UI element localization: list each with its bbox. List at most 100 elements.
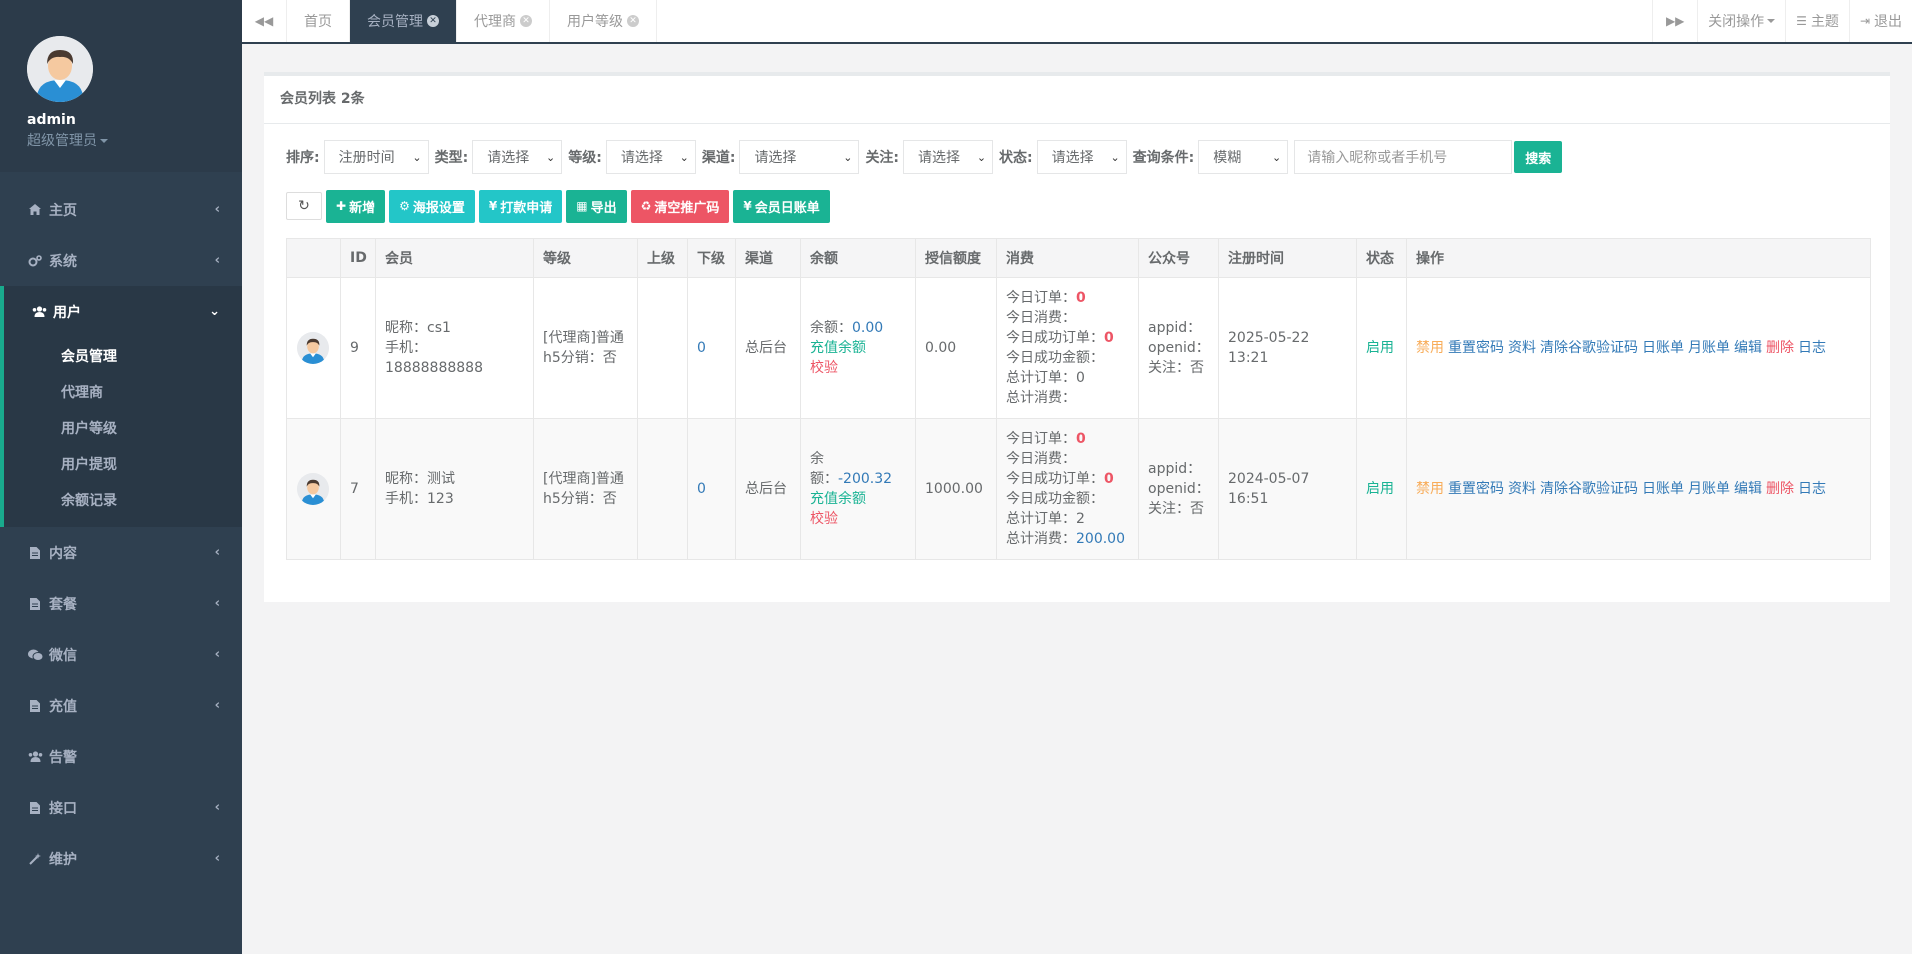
poster-settings-button[interactable]: ⚙ 海报设置 <box>389 189 475 223</box>
type-value: 请选择 <box>487 150 530 166</box>
balance-value-link[interactable]: -200.32 <box>838 471 892 487</box>
children-count-link[interactable]: 0 <box>697 340 706 356</box>
sidebar-item-users[interactable]: 用户 ⌄ <box>0 286 242 337</box>
reset-password-link[interactable]: 重置密码 <box>1448 481 1504 497</box>
cell-id: 9 <box>340 277 376 419</box>
header-id[interactable]: ID <box>340 238 376 278</box>
theme-button[interactable]: ☰ 主题 <box>1785 0 1849 42</box>
edit-link[interactable]: 编辑 <box>1734 481 1762 497</box>
home-icon <box>27 204 43 215</box>
sidebar-item-label: 主页 <box>49 202 77 219</box>
cell-status: 启用 <box>1356 418 1407 560</box>
log-link[interactable]: 日志 <box>1798 481 1826 497</box>
user-profile: admin 超级管理员 <box>0 0 242 172</box>
profile-link[interactable]: 资料 <box>1508 340 1536 356</box>
verify-link[interactable]: 校验 <box>810 509 906 529</box>
submenu-item-user-levels[interactable]: 用户等级 <box>4 411 242 447</box>
delete-link[interactable]: 删除 <box>1766 340 1794 356</box>
scroll-tabs-right-button[interactable]: ▶▶ <box>1652 0 1697 42</box>
disable-link[interactable]: 禁用 <box>1416 340 1444 356</box>
monthly-bill-link[interactable]: 月账单 <box>1688 340 1730 356</box>
sidebar-item-system[interactable]: 系统 ‹ <box>0 235 242 286</box>
clear-google-auth-link[interactable]: 清除谷歌验证码 <box>1540 481 1638 497</box>
status-select[interactable]: 请选择 ⌄ <box>1036 140 1127 174</box>
submenu-item-withdrawals[interactable]: 用户提现 <box>4 447 242 483</box>
sidebar-item-alerts[interactable]: 告警 <box>0 731 242 782</box>
channel-select[interactable]: 请选择 ⌄ <box>739 140 860 174</box>
cell-channel: 总后台 <box>735 418 801 560</box>
chevron-down-icon: ⌄ <box>546 150 556 164</box>
disable-link[interactable]: 禁用 <box>1416 481 1444 497</box>
profile-link[interactable]: 资料 <box>1508 481 1536 497</box>
yen-icon: ¥ <box>743 199 752 213</box>
recharge-balance-link[interactable]: 充值余额 <box>810 338 906 358</box>
tab-user-levels[interactable]: 用户等级 ✕ <box>550 0 657 42</box>
double-chevron-left-icon: ◀◀ <box>254 14 274 28</box>
avatar[interactable] <box>27 36 93 102</box>
member-daily-bill-button[interactable]: ¥ 会员日账单 <box>733 189 830 223</box>
log-link[interactable]: 日志 <box>1798 340 1826 356</box>
channel-value: 请选择 <box>754 150 797 166</box>
chevron-down-icon: ⌄ <box>843 150 853 164</box>
tab-member-management[interactable]: 会员管理 ✕ <box>350 0 457 42</box>
clear-google-auth-link[interactable]: 清除谷歌验证码 <box>1540 340 1638 356</box>
balance-value-link[interactable]: 0.00 <box>852 320 883 336</box>
close-operations-dropdown[interactable]: 关闭操作 <box>1697 0 1785 42</box>
search-button[interactable]: 搜索 <box>1514 141 1563 173</box>
query-mode-select[interactable]: 模糊 ⌄ <box>1198 140 1289 174</box>
status-badge[interactable]: 启用 <box>1366 481 1394 497</box>
close-icon[interactable]: ✕ <box>427 15 439 27</box>
refresh-button[interactable]: ↻ <box>286 192 322 220</box>
monthly-bill-link[interactable]: 月账单 <box>1688 481 1730 497</box>
daily-bill-link[interactable]: 日账单 <box>1642 481 1684 497</box>
type-select[interactable]: 请选择 ⌄ <box>472 140 563 174</box>
header-reg-time[interactable]: 注册时间 <box>1218 238 1357 278</box>
cell-status: 启用 <box>1356 277 1407 419</box>
delete-link[interactable]: 删除 <box>1766 481 1794 497</box>
add-button[interactable]: ✚ 新增 <box>326 189 386 223</box>
sort-select[interactable]: 注册时间 ⌄ <box>323 140 429 174</box>
clear-promo-label: 清空推广码 <box>654 200 720 216</box>
status-badge[interactable]: 启用 <box>1366 340 1394 356</box>
user-role-dropdown[interactable]: 超级管理员 <box>27 130 242 150</box>
clear-promo-code-button[interactable]: ♻ 清空推广码 <box>630 189 730 223</box>
today-orders-label: 今日订单： <box>1006 431 1076 447</box>
cell-children: 0 <box>687 277 736 419</box>
submenu-item-agents[interactable]: 代理商 <box>4 375 242 411</box>
edit-link[interactable]: 编辑 <box>1734 340 1762 356</box>
close-icon[interactable]: ✕ <box>627 15 639 27</box>
level-label: 等级: <box>568 150 602 166</box>
export-button[interactable]: ▦ 导出 <box>566 189 627 223</box>
payout-request-button[interactable]: ¥ 打款申请 <box>478 189 563 223</box>
sidebar-item-wechat[interactable]: 微信 ‹ <box>0 629 242 680</box>
search-input[interactable]: 请输入昵称或者手机号 <box>1294 140 1513 174</box>
tab-agents[interactable]: 代理商 ✕ <box>457 0 550 42</box>
panel-title: 会员列表 2条 <box>264 76 1890 124</box>
close-icon[interactable]: ✕ <box>520 15 532 27</box>
header-channel: 渠道 <box>735 238 801 278</box>
reset-password-link[interactable]: 重置密码 <box>1448 340 1504 356</box>
sidebar-item-packages[interactable]: 套餐 ‹ <box>0 578 242 629</box>
scroll-tabs-left-button[interactable]: ◀◀ <box>242 0 287 42</box>
children-count-link[interactable]: 0 <box>697 481 706 497</box>
level-select[interactable]: 请选择 ⌄ <box>605 140 696 174</box>
sidebar-item-maintenance[interactable]: 维护 ‹ <box>0 833 242 884</box>
sidebar-item-content[interactable]: 内容 ‹ <box>0 527 242 578</box>
submenu-item-member-management[interactable]: 会员管理 <box>4 339 242 375</box>
tab-home[interactable]: 首页 <box>287 0 350 42</box>
logout-button[interactable]: ⇥ 退出 <box>1848 0 1912 42</box>
cell-spend: 今日订单：0 今日消费： 今日成功订单：0 今日成功金额： 总计订单：2 总计消… <box>996 418 1139 560</box>
sidebar-item-api[interactable]: 接口 ‹ <box>0 782 242 833</box>
yen-icon: ¥ <box>488 199 498 213</box>
submenu-item-balance-records[interactable]: 余额记录 <box>4 483 242 519</box>
tab-label: 首页 <box>304 14 332 30</box>
follow-select[interactable]: 请选择 ⌄ <box>903 140 994 174</box>
verify-link[interactable]: 校验 <box>810 358 906 378</box>
sidebar-item-home[interactable]: 主页 ‹ <box>0 184 242 235</box>
recharge-balance-link[interactable]: 充值余额 <box>810 489 906 509</box>
add-label: 新增 <box>349 200 376 216</box>
daily-bill-link[interactable]: 日账单 <box>1642 340 1684 356</box>
sidebar-item-label: 维护 <box>49 851 77 868</box>
sidebar-item-recharge[interactable]: 充值 ‹ <box>0 680 242 731</box>
sign-out-icon: ⇥ <box>1859 14 1870 28</box>
